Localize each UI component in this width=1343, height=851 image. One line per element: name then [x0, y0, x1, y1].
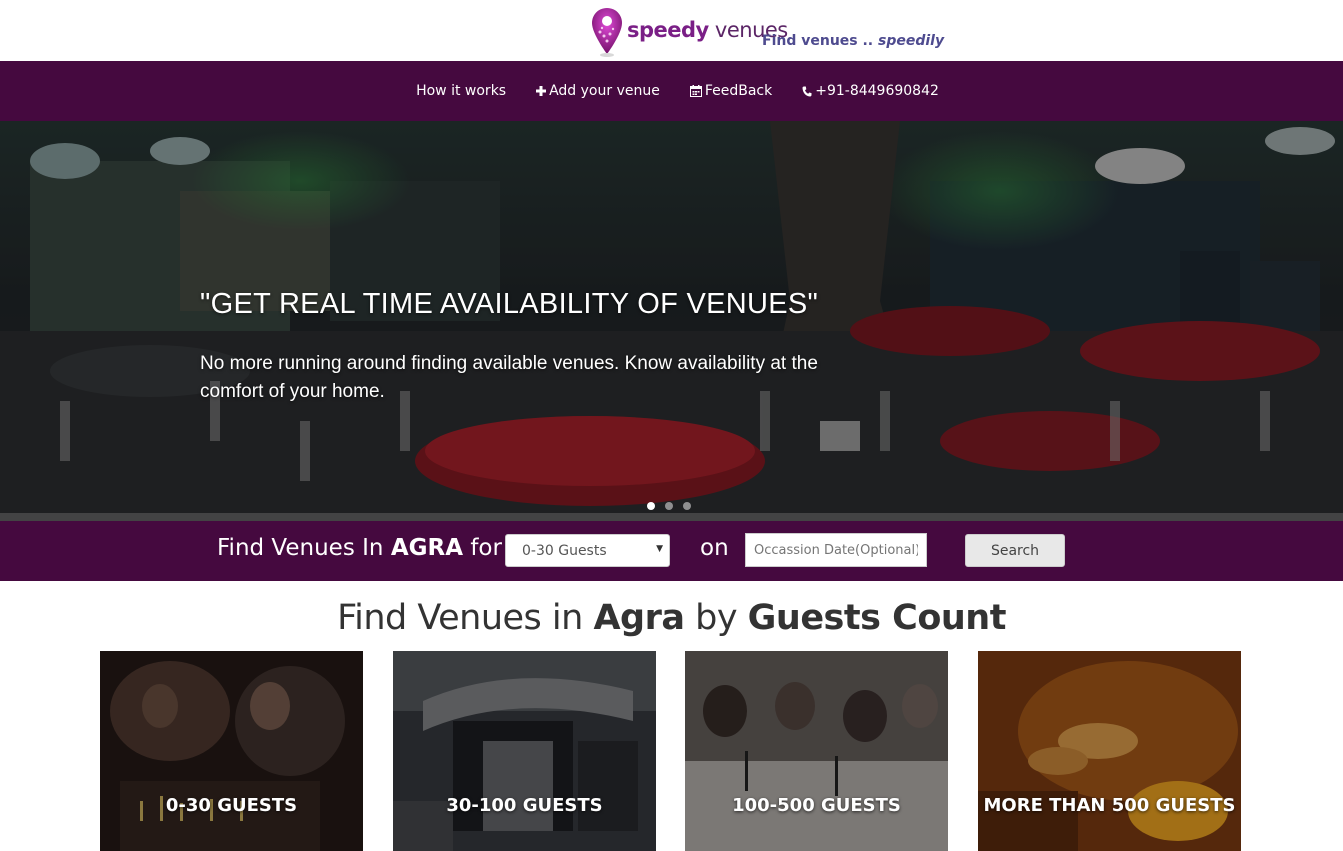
card-label: MORE THAN 500 GUESTS	[983, 795, 1236, 816]
nav-add-venue-label: Add your venue	[549, 83, 660, 99]
wedding-photo	[978, 651, 1241, 851]
guest-count-cards: 0-30 GUESTS 30-100 GUESTS 100-500 GUESTS	[100, 651, 1241, 851]
nav-phone-label: +91-8449690842	[815, 83, 939, 99]
guests-select[interactable]: 0-30 Guests ▼	[505, 534, 670, 567]
nav-add-venue[interactable]: Add your venue	[536, 83, 660, 99]
card-label: 30-100 GUESTS	[446, 795, 603, 816]
card-0-30-guests[interactable]: 0-30 GUESTS	[100, 651, 363, 851]
phone-icon	[802, 86, 812, 96]
card-label: 100-500 GUESTS	[732, 795, 901, 816]
hero-carousel[interactable]: "GET REAL TIME AVAILABILITY OF VENUES" N…	[0, 121, 1343, 521]
site-logo[interactable]: speedy venues	[590, 6, 788, 58]
carousel-dot-3[interactable]	[683, 502, 691, 510]
chevron-down-icon: ▼	[656, 544, 663, 554]
carousel-dot-2[interactable]	[665, 502, 673, 510]
hotel-event-photo	[393, 651, 656, 851]
card-30-100-guests[interactable]: 30-100 GUESTS	[393, 651, 656, 851]
carousel-indicators	[647, 502, 691, 510]
nav-feedback[interactable]: FeedBack	[689, 83, 773, 99]
nav-phone[interactable]: +91-8449690842	[802, 83, 939, 99]
card-100-500-guests[interactable]: 100-500 GUESTS	[685, 651, 948, 851]
venue-search-bar: Find Venues In AGRA for 0-30 Guests ▼ on…	[0, 521, 1343, 581]
tagline: Find venues .. speedily	[762, 33, 945, 49]
occasion-date-input[interactable]	[745, 533, 927, 567]
party-photo	[100, 651, 363, 851]
nav-how-it-works[interactable]: How it works	[416, 83, 506, 99]
hero-background-image	[0, 121, 1343, 521]
plus-icon	[536, 86, 547, 96]
guests-select-value: 0-30 Guests	[522, 543, 607, 559]
location-pin-logo-icon	[592, 8, 622, 57]
section-title: Find Venues in Agra by Guests Count	[337, 598, 1006, 638]
site-header: speedy venues Find venues .. speedily	[0, 0, 1343, 61]
main-nav: How it works Add your venue FeedBack +91…	[0, 61, 1343, 121]
nav-feedback-label: FeedBack	[704, 83, 773, 99]
search-button[interactable]: Search	[965, 534, 1065, 567]
nav-how-it-works-label: How it works	[416, 83, 507, 99]
hero-subtitle: No more running around finding available…	[200, 353, 818, 402]
search-label: Find Venues In AGRA for	[217, 535, 502, 561]
card-label: 0-30 GUESTS	[165, 795, 298, 816]
conference-photo	[685, 651, 948, 851]
calendar-icon	[689, 85, 702, 97]
hero-title: "GET REAL TIME AVAILABILITY OF VENUES"	[200, 288, 819, 320]
on-label: on	[700, 535, 729, 561]
card-more-than-500-guests[interactable]: MORE THAN 500 GUESTS	[978, 651, 1241, 851]
carousel-dot-1[interactable]	[647, 502, 655, 510]
